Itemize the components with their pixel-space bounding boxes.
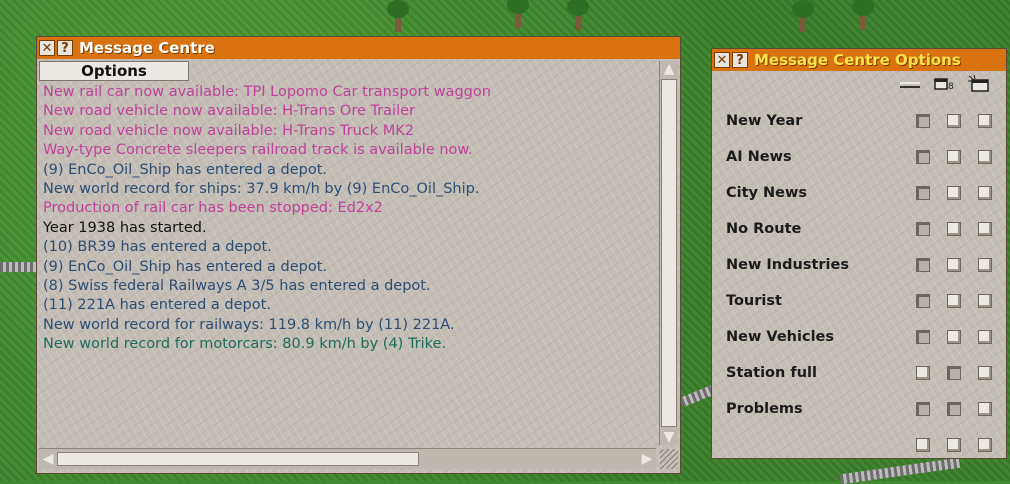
autoclose-checkbox[interactable]	[978, 150, 992, 164]
message-line[interactable]: New road vehicle now available: H-Trans …	[43, 102, 656, 121]
ticker-checkbox[interactable]	[916, 438, 930, 452]
window-checkbox[interactable]	[947, 402, 961, 416]
vertical-scroll-thumb[interactable]	[661, 79, 677, 427]
help-icon[interactable]: ?	[57, 40, 73, 56]
scroll-down-icon[interactable]: ▼	[660, 429, 678, 445]
message-line[interactable]: New world record for motorcars: 80.9 km/…	[43, 335, 656, 354]
scroll-right-icon[interactable]: ▶	[638, 449, 656, 469]
option-label: City News	[726, 185, 808, 201]
message-line[interactable]: New world record for railways: 119.8 km/…	[43, 316, 656, 335]
window-checkbox[interactable]	[947, 366, 961, 380]
window-checkbox[interactable]	[947, 330, 961, 344]
autoclose-checkbox[interactable]	[978, 366, 992, 380]
ticker-checkbox[interactable]	[916, 222, 930, 236]
message-line[interactable]: New road vehicle now available: H-Trans …	[43, 122, 656, 141]
window-checkbox[interactable]	[947, 150, 961, 164]
option-row: Station full	[726, 361, 992, 385]
close-icon[interactable]: ✕	[714, 52, 730, 68]
autoclose-checkbox[interactable]	[978, 114, 992, 128]
window-title: Message Centre	[79, 39, 215, 57]
autoclose-checkbox[interactable]	[978, 258, 992, 272]
help-icon[interactable]: ?	[732, 52, 748, 68]
ticker-checkbox[interactable]	[916, 402, 930, 416]
rail-track	[839, 457, 961, 484]
option-label: Problems	[726, 401, 803, 417]
message-centre-options-window: ✕ ? Message Centre Options 8 New Year AI…	[712, 49, 1006, 458]
message-line[interactable]: New world record for ships: 37.9 km/h by…	[43, 180, 656, 199]
option-row	[726, 433, 992, 457]
option-row: New Industries	[726, 253, 992, 277]
horizontal-scroll-thumb[interactable]	[57, 452, 419, 466]
window-checkbox[interactable]	[947, 258, 961, 272]
autoclose-checkbox[interactable]	[978, 222, 992, 236]
option-row: New Year	[726, 109, 992, 133]
tree	[387, 0, 409, 32]
window-checkbox[interactable]	[947, 222, 961, 236]
message-line[interactable]: New rail car now available: TPI Lopomo C…	[43, 83, 656, 102]
ticker-checkbox[interactable]	[916, 258, 930, 272]
message-centre-titlebar[interactable]: ✕ ? Message Centre	[37, 37, 680, 60]
message-line[interactable]: Production of rail car has been stopped:…	[43, 199, 656, 218]
option-row: No Route	[726, 217, 992, 241]
ticker-checkbox[interactable]	[916, 330, 930, 344]
message-line[interactable]: Way-type Concrete sleepers railroad trac…	[43, 141, 656, 160]
scroll-left-icon[interactable]: ◀	[39, 449, 57, 469]
options-titlebar[interactable]: ✕ ? Message Centre Options	[712, 49, 1006, 72]
message-line[interactable]: (8) Swiss federal Railways A 3/5 has ent…	[43, 277, 656, 296]
message-line[interactable]: (10) BR39 has entered a depot.	[43, 238, 656, 257]
option-label: New Year	[726, 113, 803, 129]
ticker-icon	[898, 75, 924, 93]
message-line[interactable]: (11) 221A has entered a depot.	[43, 296, 656, 315]
rail-track	[0, 262, 40, 272]
options-button[interactable]: Options	[39, 61, 189, 81]
window-checkbox[interactable]	[947, 438, 961, 452]
window-icon: 8	[932, 75, 958, 93]
ticker-checkbox[interactable]	[916, 366, 930, 380]
autoclose-checkbox[interactable]	[978, 294, 992, 308]
horizontal-scrollbar[interactable]: ◀ ▶	[39, 448, 656, 469]
autoclose-window-icon	[966, 74, 992, 93]
window-checkbox[interactable]	[947, 114, 961, 128]
autoclose-checkbox[interactable]	[978, 438, 992, 452]
option-row: Problems	[726, 397, 992, 421]
window-title: Message Centre Options	[754, 51, 961, 69]
autoclose-checkbox[interactable]	[978, 186, 992, 200]
option-row: Tourist	[726, 289, 992, 313]
message-line[interactable]: (9) EnCo_Oil_Ship has entered a depot.	[43, 161, 656, 180]
tree	[567, 0, 589, 30]
autoclose-checkbox[interactable]	[978, 402, 992, 416]
autoclose-checkbox[interactable]	[978, 330, 992, 344]
message-list[interactable]: New rail car now available: TPI Lopomo C…	[43, 83, 656, 443]
window-checkbox[interactable]	[947, 186, 961, 200]
message-line[interactable]: Year 1938 has started.	[43, 219, 656, 238]
tree	[507, 0, 529, 28]
ticker-checkbox[interactable]	[916, 150, 930, 164]
ticker-checkbox[interactable]	[916, 294, 930, 308]
close-icon[interactable]: ✕	[39, 40, 55, 56]
option-label: New Vehicles	[726, 329, 834, 345]
option-label: New Industries	[726, 257, 849, 273]
option-row: New Vehicles	[726, 325, 992, 349]
option-label: No Route	[726, 221, 802, 237]
message-line[interactable]: (9) EnCo_Oil_Ship has entered a depot.	[43, 258, 656, 277]
tree	[852, 0, 874, 30]
resize-grip-icon[interactable]	[660, 449, 678, 469]
ticker-checkbox[interactable]	[916, 186, 930, 200]
column-header-icons: 8	[898, 74, 992, 97]
option-label: AI News	[726, 149, 792, 165]
option-row: City News	[726, 181, 992, 205]
tree	[792, 0, 814, 32]
vertical-scrollbar[interactable]: ▲ ▼	[659, 61, 678, 445]
option-row: AI News	[726, 145, 992, 169]
ticker-checkbox[interactable]	[916, 114, 930, 128]
scroll-up-icon[interactable]: ▲	[660, 61, 678, 77]
window-checkbox[interactable]	[947, 294, 961, 308]
svg-text:8: 8	[948, 82, 954, 92]
message-centre-window: ✕ ? Message Centre Options New rail car …	[37, 37, 680, 473]
option-label: Station full	[726, 365, 817, 381]
option-label: Tourist	[726, 293, 782, 309]
